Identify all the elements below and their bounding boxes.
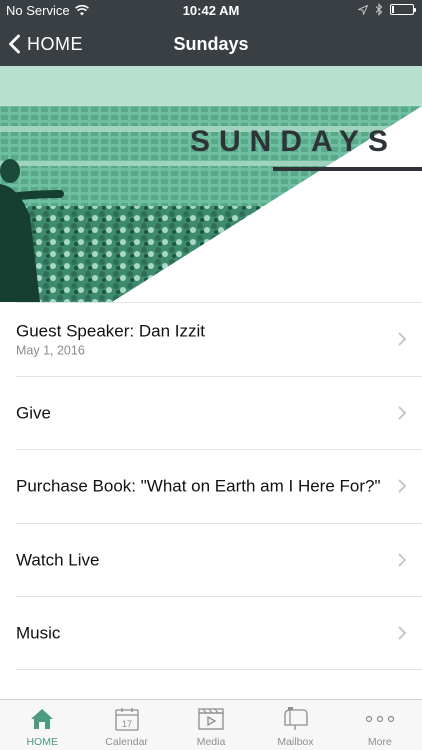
- tab-label: Mailbox: [277, 736, 314, 748]
- chevron-right-icon: [398, 479, 407, 493]
- mailbox-icon: [281, 704, 309, 734]
- list-item-date: May 1, 2016: [16, 343, 85, 358]
- list-item-text: Give: [16, 402, 382, 423]
- tab-label: Media: [196, 736, 226, 748]
- tab-mailbox[interactable]: Mailbox: [253, 700, 337, 750]
- list-item-title: Music: [16, 623, 61, 643]
- tab-label: Calendar: [105, 736, 148, 748]
- list-item-music[interactable]: Music: [16, 596, 422, 670]
- app-screen: No Service 10:42 AM HOME Sundays SUNDAYS…: [0, 0, 422, 750]
- list-item-text: Music: [16, 622, 382, 643]
- hero-image: SUNDAYS: [0, 66, 422, 302]
- list-item-title: Watch Live: [16, 550, 100, 570]
- chevron-right-icon: [398, 626, 407, 640]
- back-button-label: HOME: [27, 33, 83, 54]
- media-icon: [197, 704, 225, 734]
- sunday-list: Guest Speaker: Dan Izzit May 1, 2016 Giv…: [0, 302, 422, 670]
- bluetooth-icon: [375, 3, 383, 16]
- battery-icon: [390, 4, 416, 15]
- top-bar: No Service 10:42 AM HOME Sundays: [0, 0, 422, 66]
- location-arrow-icon: [358, 4, 368, 15]
- back-button[interactable]: HOME: [8, 22, 83, 66]
- tab-calendar[interactable]: 17 Calendar: [84, 700, 168, 750]
- chevron-right-icon: [398, 553, 407, 567]
- hero-banner-text: SUNDAYS: [190, 125, 397, 158]
- chevron-left-icon: [9, 34, 20, 54]
- tab-label: More: [367, 736, 392, 748]
- home-icon: [29, 704, 55, 734]
- battery-fill: [392, 6, 394, 13]
- list-item-guest-speaker[interactable]: Guest Speaker: Dan Izzit May 1, 2016: [16, 302, 422, 376]
- tab-media[interactable]: Media: [169, 700, 253, 750]
- list-item-text: Watch Live: [16, 549, 382, 570]
- navigation-bar: HOME Sundays: [0, 22, 422, 66]
- hero-underline: [273, 167, 422, 171]
- hero-banner: SUNDAYS: [0, 66, 422, 302]
- chevron-right-icon: [398, 332, 407, 346]
- list-item-purchase-book[interactable]: Purchase Book: "What on Earth am I Here …: [16, 449, 422, 523]
- list-item-watch-live[interactable]: Watch Live: [16, 522, 422, 597]
- calendar-icon-day: 17: [122, 719, 132, 729]
- list-item-text: Guest Speaker: Dan Izzit May 1, 2016: [16, 321, 382, 358]
- list-item-text: Purchase Book: "What on Earth am I Here …: [16, 476, 382, 497]
- list-item-give[interactable]: Give: [16, 375, 422, 450]
- calendar-icon: 17: [114, 704, 140, 734]
- tab-more[interactable]: More: [338, 700, 422, 750]
- status-bar: No Service 10:42 AM: [0, 0, 422, 22]
- more-icon: [365, 704, 395, 734]
- chevron-right-icon: [398, 406, 407, 420]
- status-right: [358, 3, 416, 16]
- tab-home[interactable]: HOME: [0, 700, 84, 750]
- tab-label: HOME: [26, 736, 58, 748]
- list-item-title: Give: [16, 403, 51, 423]
- tab-bar: HOME 17 Calendar Media Mailbox More: [0, 699, 422, 750]
- list-item-title: Purchase Book: "What on Earth am I Here …: [16, 476, 381, 496]
- list-item-title: Guest Speaker: Dan Izzit: [16, 321, 205, 341]
